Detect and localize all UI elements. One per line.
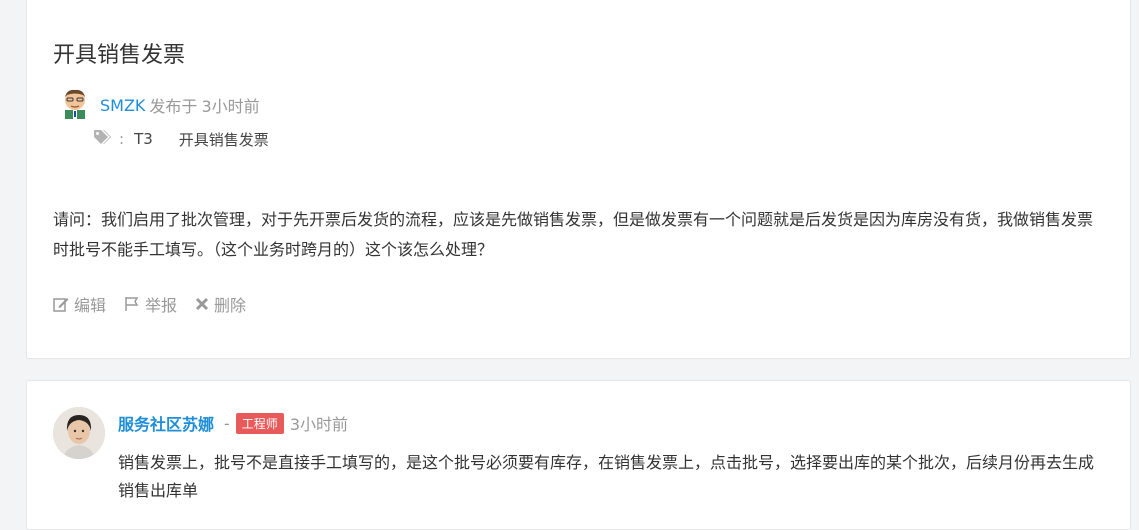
answer-time: 3小时前 [289,415,348,434]
report-label: 举报 [145,296,178,315]
delete-button[interactable]: 删除 [195,292,246,316]
question-body: 请问：我们启用了批次管理，对于先开票后发货的流程，应该是先做销售发票，但是做发票… [53,210,1094,259]
question-title: 开具销售发票 [53,43,186,68]
edit-button[interactable]: 编辑 [53,292,106,316]
tags-icon [93,129,113,149]
tag-link[interactable]: T3 [134,130,153,148]
posted-time: 3小时前 [201,97,260,116]
posted-label: 发布于 [149,97,198,116]
answer-avatar[interactable] [53,407,105,459]
action-row: 编辑 举报 删除 [53,292,264,316]
author-row: SMZK 发布于 3小时前 [59,89,260,121]
question-card: 开具销售发票 SMZK 发布于 3小时前 : T3 开具销售发票 请问：我们启用… [26,0,1131,359]
close-icon [195,297,209,311]
answer-card: 服务社区苏娜 - 工程师 3小时前 销售发票上，批号不是直接手工填写的，是这个批… [26,380,1131,530]
edit-icon [53,298,69,312]
report-button[interactable]: 举报 [124,292,177,316]
author-name-link[interactable]: SMZK [100,96,145,115]
tag-row: : T3 开具销售发票 [93,128,295,150]
tag-link[interactable]: 开具销售发票 [179,129,269,150]
answer-author-link[interactable]: 服务社区苏娜 [118,411,214,435]
edit-label: 编辑 [74,296,107,315]
separator: - [224,413,230,433]
answer-header: 服务社区苏娜 - 工程师 3小时前 [118,411,348,435]
flag-icon [125,297,139,311]
tags-colon: : [119,130,125,148]
author-avatar[interactable] [59,87,91,123]
engineer-badge: 工程师 [235,412,284,434]
delete-label: 删除 [214,296,247,315]
answer-body: 销售发票上，批号不是直接手工填写的，是这个批号必须要有库存，在销售发票上，点击批… [118,453,1095,500]
